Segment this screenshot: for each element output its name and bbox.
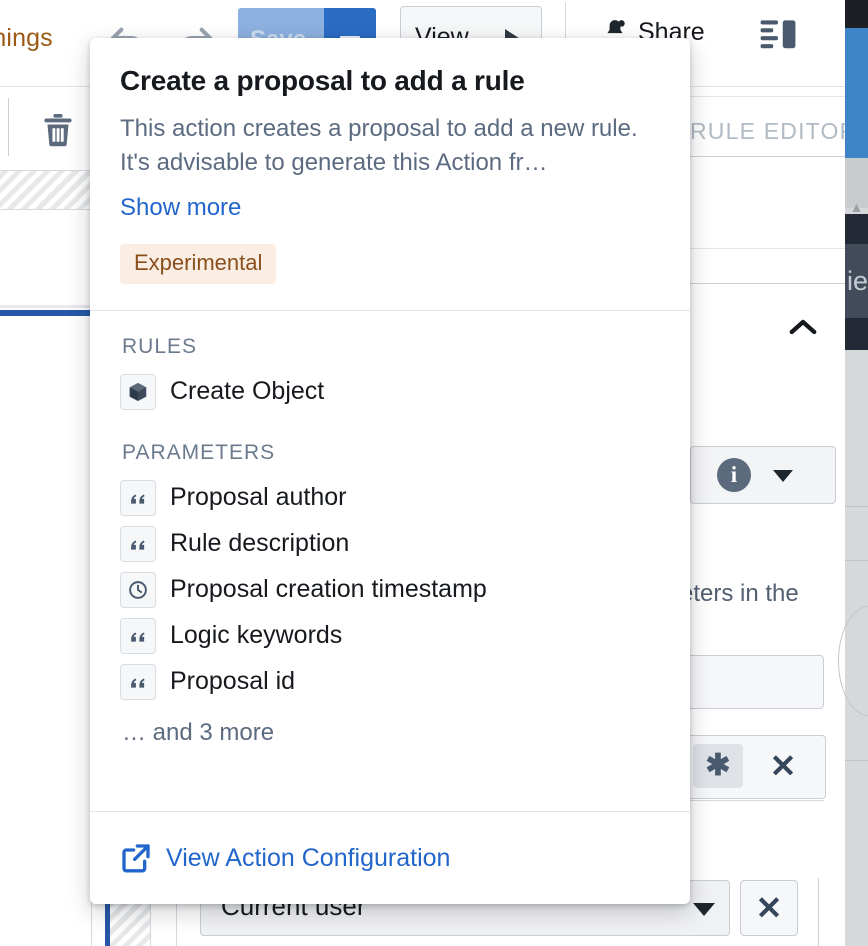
- parameter-item-label: Rule description: [170, 529, 350, 558]
- warnings-label[interactable]: rnings: [0, 24, 53, 53]
- rail-accent-shadow: [0, 305, 91, 308]
- chevron-down-icon[interactable]: [693, 903, 715, 916]
- popover-description: This action creates a proposal to add a …: [120, 114, 638, 176]
- pane-row-line: [668, 800, 824, 801]
- string-quote-icon: [120, 617, 156, 654]
- experimental-badge: Experimental: [120, 243, 277, 284]
- chevron-down-icon[interactable]: [773, 470, 793, 482]
- parameter-list-item[interactable]: Rule description: [120, 521, 660, 567]
- hatched-band: [0, 170, 91, 210]
- clear-icon[interactable]: ✕: [761, 744, 805, 788]
- edge-line: [845, 560, 868, 561]
- edge-nav-label-block: ie: [845, 244, 868, 318]
- action-details-popover: Create a proposal to add a rule This act…: [90, 38, 690, 904]
- edge-line: [845, 760, 868, 761]
- rule-list-item[interactable]: Create Object: [120, 369, 660, 415]
- edge-highlight-block: [845, 28, 868, 158]
- pane-action-row: ✱ ✕: [668, 735, 826, 799]
- popover-body: RULES Create Object PARAMETERS Proposal …: [90, 311, 690, 763]
- edge-titlebar: [845, 0, 868, 28]
- string-quote-icon: [120, 525, 156, 562]
- string-quote-icon: [120, 479, 156, 516]
- side-panel-icon[interactable]: [758, 14, 798, 52]
- tag-row: Experimental: [120, 243, 660, 284]
- chevron-up-icon[interactable]: [788, 318, 818, 336]
- edge-line: [845, 506, 868, 507]
- edge-label-fragment: ie: [847, 266, 868, 296]
- popover-header: Create a proposal to add a rule This act…: [90, 38, 690, 284]
- current-user-clear-button[interactable]: ✕: [740, 880, 798, 936]
- parameter-list-item[interactable]: Logic keywords: [120, 613, 660, 659]
- asterisk-button[interactable]: ✱: [693, 744, 743, 788]
- parameter-list-item[interactable]: Proposal creation timestamp: [120, 567, 660, 613]
- footer-link-row[interactable]: View Action Configuration: [90, 812, 690, 904]
- info-circle-icon: i: [717, 458, 751, 492]
- rules-section-label: RULES: [122, 334, 198, 358]
- parameters-section-label: PARAMETERS: [122, 440, 276, 464]
- cube-object-icon: [120, 373, 156, 410]
- popover-title: Create a proposal to add a rule: [120, 65, 525, 96]
- show-more-link[interactable]: Show more: [120, 194, 241, 222]
- string-quote-icon: [120, 663, 156, 700]
- pane-text-fragment: eters in the: [680, 580, 799, 607]
- rule-editor-section-label: RULE EDITOR: [690, 118, 858, 144]
- popover-footer: View Action Configuration: [90, 811, 690, 904]
- rail-divider: [8, 98, 9, 156]
- external-link-icon: [120, 842, 152, 874]
- parameter-list-item[interactable]: Proposal id: [120, 659, 660, 705]
- scroll-up-icon[interactable]: ▲: [845, 200, 868, 214]
- and-more-label: … and 3 more: [122, 718, 275, 746]
- parameter-item-label: Proposal creation timestamp: [170, 575, 487, 604]
- view-action-configuration-link[interactable]: View Action Configuration: [166, 844, 450, 873]
- rail-accent-bar: [0, 310, 91, 316]
- bottom-right-divider: [818, 878, 819, 946]
- parameter-list-item[interactable]: Proposal author: [120, 475, 660, 521]
- edge-nav-block: [845, 318, 868, 350]
- clock-timestamp-icon: [120, 571, 156, 608]
- pane-input-box[interactable]: [670, 655, 824, 709]
- parameter-item-label: Proposal id: [170, 667, 296, 696]
- edge-nav-block: [845, 214, 868, 244]
- rule-item-label: Create Object: [170, 377, 325, 406]
- parameter-item-label: Logic keywords: [170, 621, 343, 650]
- trash-icon[interactable]: [40, 110, 76, 148]
- info-badge-chip[interactable]: i: [690, 446, 836, 504]
- parameter-item-label: Proposal author: [170, 483, 347, 512]
